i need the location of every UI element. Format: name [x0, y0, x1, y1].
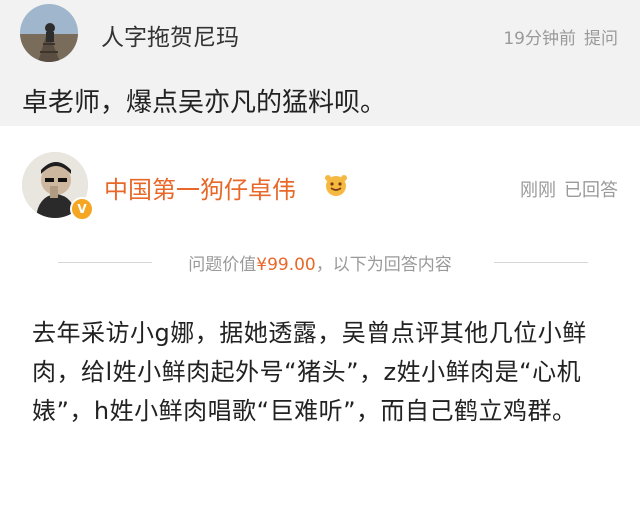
verified-v-icon: V: [70, 197, 94, 221]
price-prefix: 问题价值: [188, 255, 257, 275]
question-time: 19分钟前: [503, 29, 576, 49]
price-value: ¥99.00: [256, 255, 316, 275]
price-info: 问题价值¥99.00，以下为回答内容: [0, 250, 640, 275]
asker-avatar[interactable]: [20, 4, 78, 62]
answer-text: 去年采访小g娜，据她透露，吴曾点评其他几位小鲜肉，给l姓小鲜肉起外号“猪头”，z…: [32, 319, 587, 425]
question-card: 人字拖贺尼玛 19分钟前 提问 卓老师，爆点吴亦凡的猛料呗。: [0, 0, 640, 126]
answerer-name[interactable]: 中国第一狗仔卓伟: [104, 170, 296, 205]
answer-status: 已回答: [564, 180, 618, 201]
answer-time: 刚刚: [520, 180, 556, 201]
asker-name[interactable]: 人字拖贺尼玛: [101, 18, 239, 52]
question-text: 卓老师，爆点吴亦凡的猛料呗。: [22, 88, 387, 118]
question-meta: 19分钟前 提问: [503, 24, 618, 49]
answer-meta: 刚刚 已回答: [520, 176, 618, 202]
emoji-icon: [325, 175, 347, 196]
price-suffix: ，以下为回答内容: [315, 255, 452, 275]
question-action: 提问: [584, 29, 618, 49]
